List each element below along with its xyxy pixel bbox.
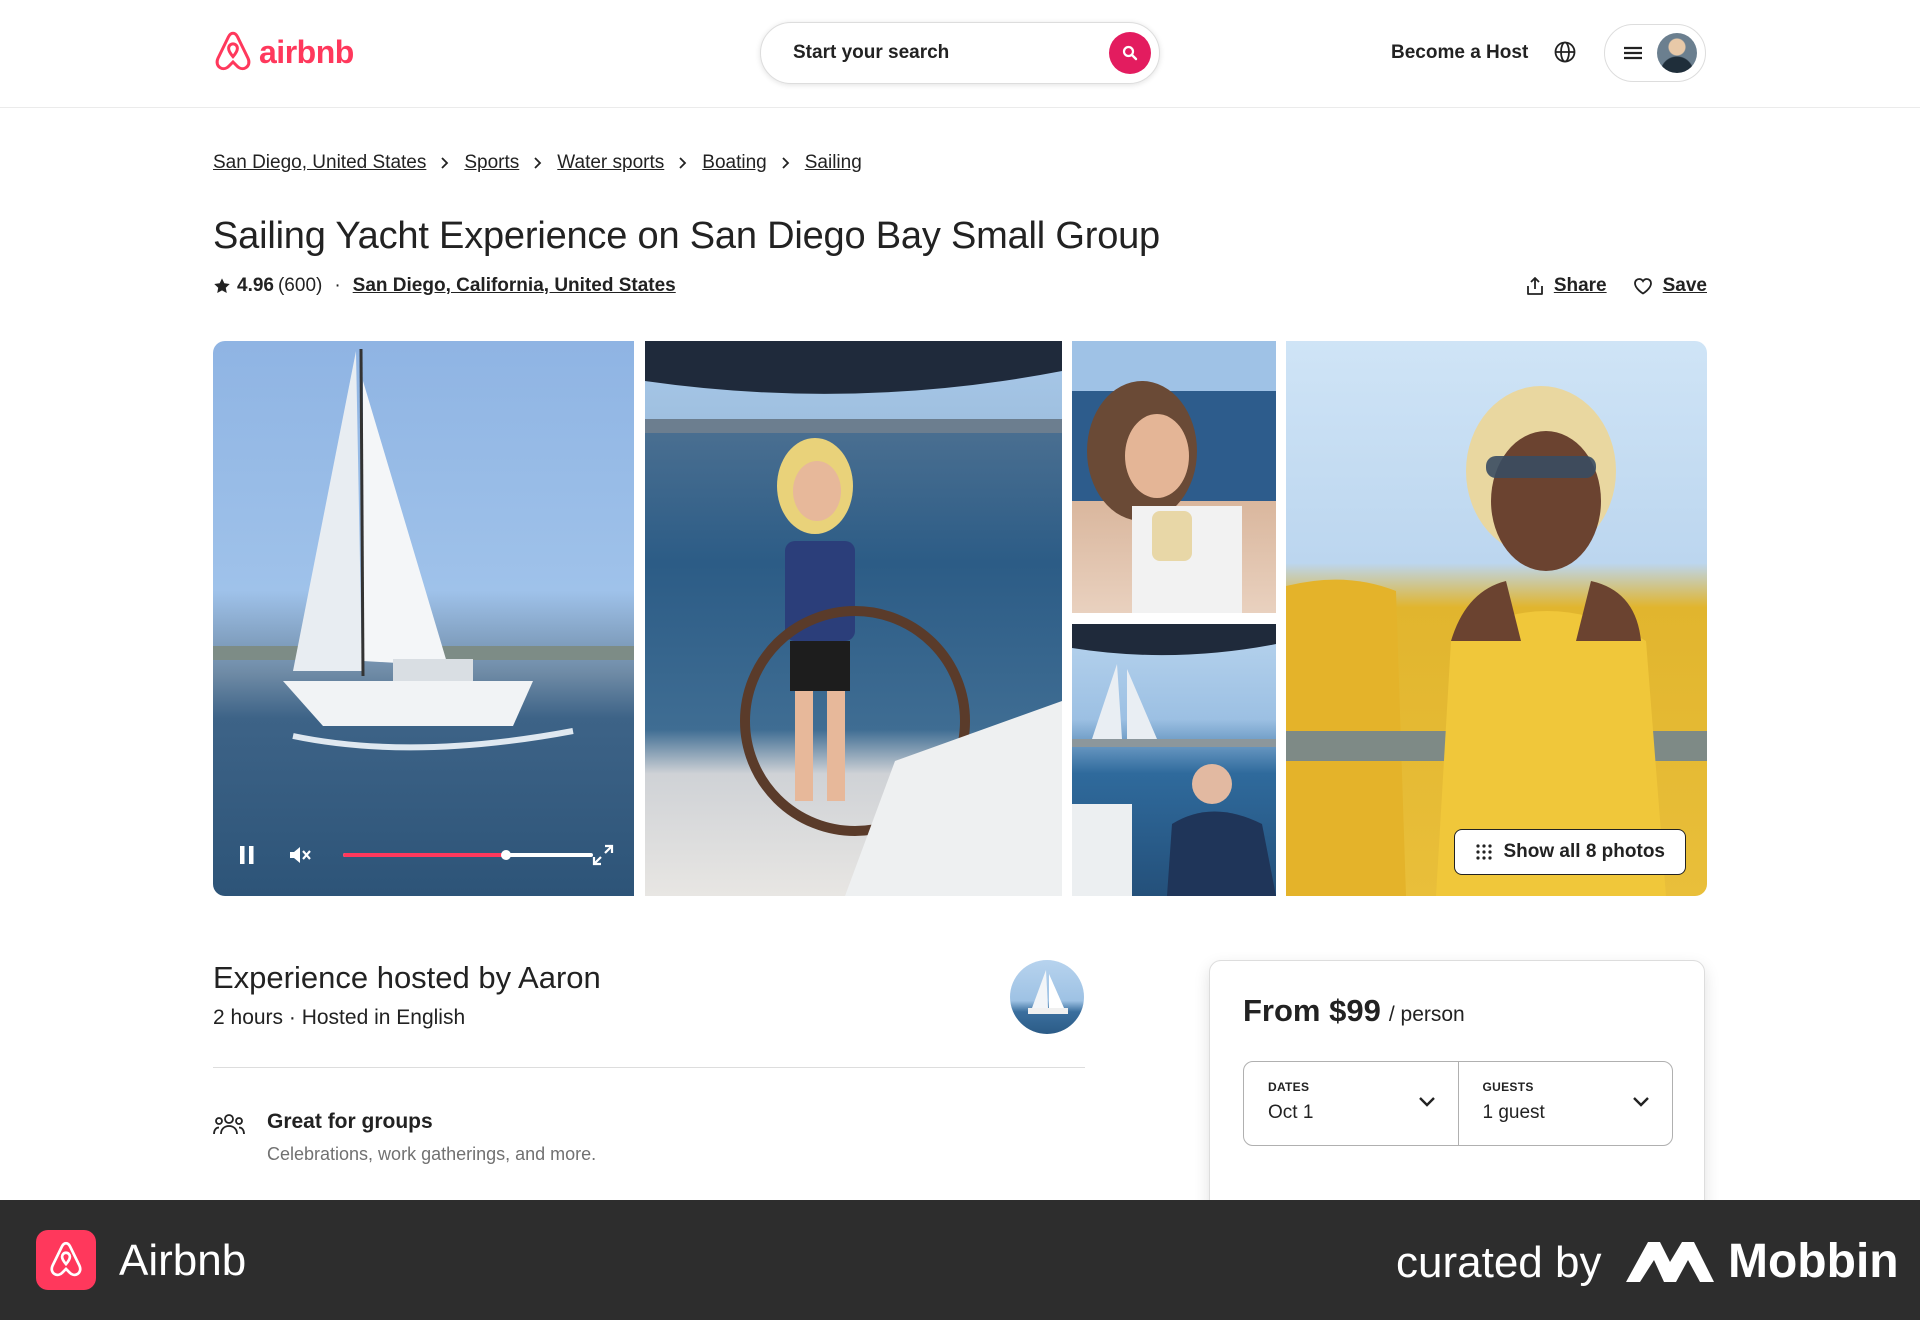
share-label: Share <box>1553 275 1607 296</box>
dates-label: DATES <box>1268 1080 1310 1094</box>
price-value: From $99 <box>1243 993 1381 1028</box>
gallery-photo-man-at-helm[interactable] <box>1072 624 1276 896</box>
airbnb-logo[interactable]: airbnb <box>213 30 354 74</box>
user-avatar <box>1657 33 1697 73</box>
feature-great-for-groups: Great for groups Celebrations, work gath… <box>213 1110 596 1165</box>
dates-dropdown[interactable]: DATES Oct 1 <box>1244 1062 1458 1145</box>
pause-icon[interactable] <box>238 845 256 865</box>
breadcrumb-link[interactable]: Boating <box>702 152 766 174</box>
user-menu-button[interactable] <box>1604 24 1706 82</box>
page-title: Sailing Yacht Experience on San Diego Ba… <box>213 215 1160 257</box>
mobbin-wordmark: Mobbin <box>1728 1235 1899 1288</box>
host-avatar-sailboat <box>1028 970 1068 1014</box>
footer-banner: Airbnb curated by Mobbin <box>0 1200 1920 1320</box>
logo-wordmark: airbnb <box>259 33 354 70</box>
breadcrumb-link[interactable]: Sports <box>464 152 519 174</box>
hamburger-menu-icon <box>1624 46 1642 60</box>
mobbin-logo: Mobbin <box>1626 1234 1899 1289</box>
price-block: From $99 / person <box>1243 993 1465 1029</box>
globe-icon <box>1554 41 1576 63</box>
sailboat-illustration <box>213 348 634 751</box>
become-host-link[interactable]: Become a Host <box>1391 42 1528 64</box>
woman-illustration <box>1286 386 1707 896</box>
man-illustration <box>1072 624 1276 896</box>
price-unit: / person <box>1388 1003 1465 1026</box>
airbnb-logo-icon <box>215 31 251 71</box>
chevron-down-icon <box>1418 1097 1435 1107</box>
chevron-right-icon <box>781 156 791 170</box>
footer-app-name: Airbnb <box>119 1236 247 1285</box>
booking-card: From $99 / person DATES Oct 1 GUESTS 1 g… <box>1209 960 1705 1220</box>
review-count[interactable]: (600) <box>278 275 322 297</box>
gallery-photo-woman-at-helm[interactable] <box>645 341 1062 896</box>
mobbin-mark-icon <box>1626 1241 1714 1282</box>
airbnb-logo-icon <box>50 1241 82 1277</box>
chevron-right-icon <box>440 156 450 170</box>
search-icon <box>1122 45 1138 61</box>
photo-gallery: Show all 8 photos <box>213 341 1707 896</box>
gallery-video-sailboat[interactable] <box>213 341 634 896</box>
search-button[interactable] <box>1109 32 1151 74</box>
breadcrumb-link[interactable]: San Diego, United States <box>213 152 426 174</box>
video-controls <box>238 840 614 870</box>
video-progress-fill <box>343 853 506 857</box>
gallery-photo-woman-yellow[interactable]: Show all 8 photos <box>1286 341 1707 896</box>
video-progress-knob[interactable] <box>500 850 511 860</box>
feature-title: Great for groups <box>267 1110 433 1133</box>
search-bar[interactable]: Start your search <box>760 22 1160 84</box>
guests-label: GUESTS <box>1482 1080 1534 1094</box>
location-link[interactable]: San Diego, California, United States <box>353 275 676 297</box>
feature-subtitle: Celebrations, work gatherings, and more. <box>267 1144 597 1164</box>
share-icon <box>1526 277 1543 295</box>
host-subtitle: 2 hours · Hosted in English <box>213 1006 466 1029</box>
save-label: Save <box>1662 275 1707 296</box>
helm-illustration <box>645 341 1062 896</box>
top-header: airbnb Start your search Become a Host <box>0 0 1920 108</box>
breadcrumb: San Diego, United States Sports Water spor… <box>213 152 862 174</box>
guests-value: 1 guest <box>1482 1102 1545 1123</box>
listing-actions: Share Save <box>1526 275 1707 297</box>
chevron-right-icon <box>533 156 543 170</box>
video-progress-bar[interactable] <box>343 850 593 860</box>
meta-separator: · <box>334 275 341 296</box>
group-people-icon <box>213 1114 245 1135</box>
date-guest-picker: DATES Oct 1 GUESTS 1 guest <box>1243 1061 1673 1146</box>
heart-icon <box>1633 278 1652 295</box>
host-avatar[interactable] <box>1010 960 1084 1034</box>
host-title: Experience hosted by Aaron <box>213 960 601 995</box>
chevron-right-icon <box>678 156 688 170</box>
mute-icon[interactable] <box>288 844 312 866</box>
share-button[interactable]: Share <box>1526 275 1607 297</box>
grid-dots-icon <box>1476 844 1493 860</box>
breadcrumb-link[interactable]: Water sports <box>557 152 664 174</box>
star-icon <box>214 278 230 294</box>
toast-illustration <box>1072 341 1276 613</box>
show-all-photos-button[interactable]: Show all 8 photos <box>1454 829 1686 875</box>
language-button[interactable] <box>1553 40 1577 69</box>
fullscreen-icon[interactable] <box>592 844 614 866</box>
section-divider <box>213 1067 1085 1068</box>
listing-meta: 4.96 (600) · San Diego, California, Unit… <box>213 275 676 297</box>
footer-curated-by: curated by <box>1396 1238 1602 1287</box>
save-button[interactable]: Save <box>1633 275 1707 297</box>
gallery-photo-toast[interactable] <box>1072 341 1276 613</box>
guests-dropdown[interactable]: GUESTS 1 guest <box>1457 1062 1673 1145</box>
show-all-label: Show all 8 photos <box>1503 841 1665 862</box>
chevron-down-icon <box>1633 1097 1649 1107</box>
search-placeholder[interactable]: Start your search <box>793 42 949 64</box>
dates-value: Oct 1 <box>1268 1102 1314 1123</box>
airbnb-app-icon <box>36 1230 96 1290</box>
breadcrumb-link[interactable]: Sailing <box>805 152 862 174</box>
rating-value: 4.96 <box>237 275 274 296</box>
